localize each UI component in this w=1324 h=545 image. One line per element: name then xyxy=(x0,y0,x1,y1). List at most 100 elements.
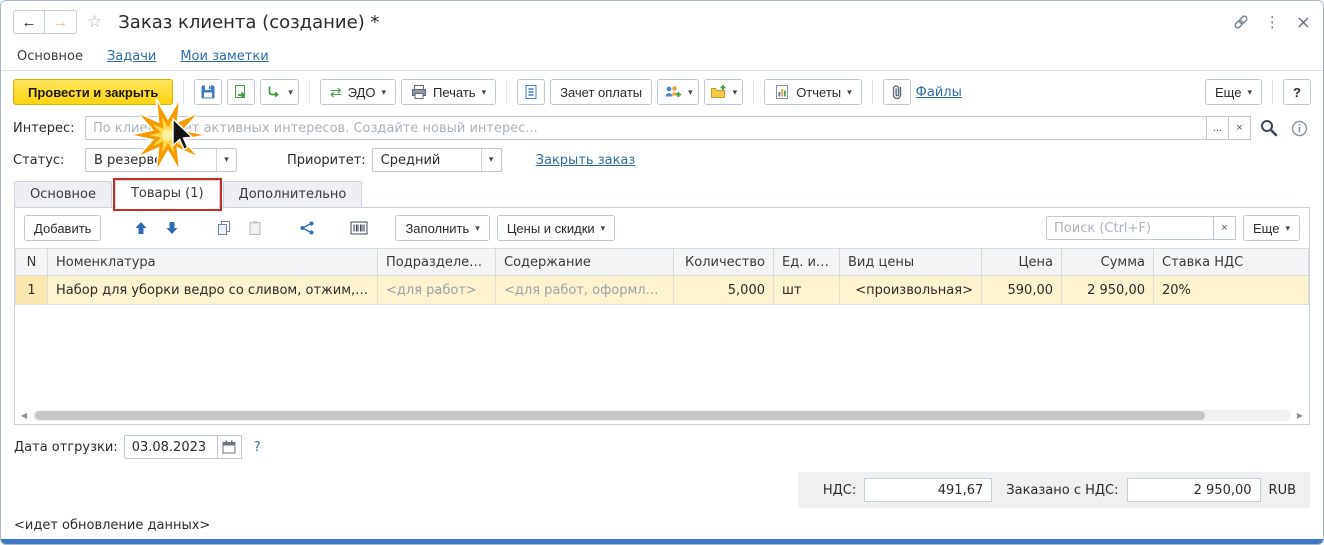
barcode-scanner-icon[interactable] xyxy=(347,216,371,240)
nav-item-main[interactable]: Основное xyxy=(17,49,83,64)
cell-unit[interactable]: шт xyxy=(773,275,840,305)
fill-label: Заполнить xyxy=(405,220,470,236)
column-header-amount[interactable]: Сумма xyxy=(1061,248,1154,276)
column-header-n[interactable]: N xyxy=(15,248,48,276)
tab-goods[interactable]: Товары (1) xyxy=(112,178,222,211)
add-row-button[interactable]: Добавить xyxy=(24,215,102,241)
interest-clear-button[interactable]: × xyxy=(1229,116,1251,140)
cell-amount[interactable]: 2 950,00 xyxy=(1061,275,1154,305)
shipment-help-link[interactable]: ? xyxy=(254,440,261,455)
create-attached-button[interactable]: ▾ xyxy=(703,79,744,105)
shipment-date-row: Дата отгрузки: ? xyxy=(14,434,1310,460)
interest-ellipsis-button[interactable]: ... xyxy=(1207,116,1229,140)
column-header-nomenclature[interactable]: Номенклатура xyxy=(47,248,378,276)
move-down-icon[interactable] xyxy=(160,216,184,240)
table-more-button[interactable]: Еще ▾ xyxy=(1243,215,1300,241)
attachments-button[interactable] xyxy=(882,79,911,105)
close-order-link[interactable]: Закрыть заказ xyxy=(536,153,636,168)
files-link[interactable]: Файлы xyxy=(916,85,962,100)
payment-offset-button[interactable]: Зачет оплаты xyxy=(550,79,653,105)
edo-icon: ⇄ xyxy=(329,83,342,100)
chevron-down-icon: ▾ xyxy=(847,86,852,97)
users-icon xyxy=(663,84,682,100)
kebab-menu-icon[interactable]: ⋮ xyxy=(1265,13,1280,31)
cell-vat[interactable]: 20% xyxy=(1153,275,1309,305)
cell-nomenclature[interactable]: Набор для уборки ведро со сливом, отжим,… xyxy=(47,275,378,305)
totals-band: НДС: 491,67 Заказано с НДС: 2 950,00 RUB xyxy=(14,472,1310,508)
interest-input[interactable] xyxy=(85,116,1207,140)
tab-additional[interactable]: Дополнительно xyxy=(222,181,363,207)
nav-item-notes[interactable]: Мои заметки xyxy=(180,49,268,64)
total-label: Заказано с НДС: xyxy=(1006,482,1119,498)
print-button[interactable]: Печать ▾ xyxy=(400,79,497,105)
chevron-down-icon: ▾ xyxy=(688,86,693,97)
table-search-input[interactable] xyxy=(1046,216,1215,240)
favorite-star-icon[interactable]: ☆ xyxy=(87,12,102,32)
table-row[interactable]: 1 Набор для уборки ведро со сливом, отжи… xyxy=(15,275,1309,305)
back-button[interactable]: ← xyxy=(13,10,45,34)
nav-item-tasks[interactable]: Задачи xyxy=(107,49,156,64)
cell-n[interactable]: 1 xyxy=(15,275,48,305)
toolbar-separator xyxy=(753,80,755,104)
link-icon[interactable] xyxy=(1233,14,1249,30)
column-header-price-type[interactable]: Вид цены xyxy=(839,248,982,276)
calendar-button[interactable] xyxy=(217,435,242,459)
tab-goods-label: Товары (1) xyxy=(130,186,204,201)
search-icon[interactable] xyxy=(1257,116,1281,140)
goods-table: N Номенклатура Подразделени… Содержание … xyxy=(15,248,1309,305)
post-document-button[interactable] xyxy=(227,79,256,105)
cell-price-type[interactable]: <произвольная> xyxy=(839,275,982,305)
currency-label: RUB xyxy=(1268,482,1296,498)
paste-icon[interactable] xyxy=(243,216,267,240)
goods-panel: Добавить Заполнить ▾ Цены и скидки ▾ Пои… xyxy=(14,207,1310,425)
toolbar-separator xyxy=(871,80,873,104)
search-clear-button[interactable]: × xyxy=(1214,216,1237,240)
titlebar-actions: ⋮ × xyxy=(1233,12,1311,33)
scroll-right-icon[interactable]: ▶ xyxy=(1293,411,1307,420)
column-header-department[interactable]: Подразделени… xyxy=(377,248,496,276)
share-icon[interactable] xyxy=(295,216,319,240)
paperclip-icon xyxy=(889,84,905,100)
shipment-date-input[interactable] xyxy=(123,435,218,459)
cell-price[interactable]: 590,00 xyxy=(981,275,1062,305)
save-button[interactable] xyxy=(194,79,223,105)
horizontal-scrollbar[interactable]: ◀ ▶ xyxy=(17,408,1307,423)
table-toolbar: Добавить Заполнить ▾ Цены и скидки ▾ Пои… xyxy=(15,208,1309,248)
info-icon[interactable] xyxy=(1287,116,1311,140)
tab-main[interactable]: Основное xyxy=(14,181,112,207)
column-header-price[interactable]: Цена xyxy=(981,248,1062,276)
help-button[interactable]: ? xyxy=(1283,79,1311,105)
scrollbar-track[interactable] xyxy=(33,410,1291,421)
chevron-down-icon: ▾ xyxy=(224,154,229,165)
page-title: Заказ клиента (создание) * xyxy=(118,11,380,33)
document-register-button[interactable] xyxy=(517,79,546,105)
status-value: В резерве xyxy=(94,152,163,168)
priority-label: Приоритет: xyxy=(287,152,366,168)
forward-button[interactable]: → xyxy=(45,10,77,34)
cell-department[interactable]: <для работ> xyxy=(377,275,496,305)
cell-quantity[interactable]: 5,000 xyxy=(673,275,774,305)
priority-select[interactable]: Средний ▾ xyxy=(371,148,502,172)
column-header-quantity[interactable]: Количество xyxy=(673,248,774,276)
post-and-close-button[interactable]: Провести и закрыть xyxy=(13,79,174,105)
edo-button[interactable]: ⇄ ЭДО ▾ xyxy=(319,79,396,105)
move-up-icon[interactable] xyxy=(129,216,153,240)
status-select[interactable]: В резерве ▾ xyxy=(85,148,237,172)
table-search: × xyxy=(1046,216,1237,240)
users-button[interactable]: ▾ xyxy=(657,79,699,105)
window-bottom-strip xyxy=(1,539,1323,544)
close-icon[interactable]: × xyxy=(1296,12,1311,33)
prices-discounts-button[interactable]: Цены и скидки ▾ xyxy=(496,215,616,241)
more-button[interactable]: Еще ▾ xyxy=(1205,79,1262,105)
column-header-unit[interactable]: Ед. изм. xyxy=(773,248,840,276)
column-header-vat[interactable]: Ставка НДС xyxy=(1153,248,1309,276)
create-based-on-button[interactable]: ▾ xyxy=(260,79,299,105)
create-based-on-icon xyxy=(266,84,282,100)
reports-button[interactable]: Отчеты ▾ xyxy=(764,79,862,105)
copy-icon[interactable] xyxy=(212,216,236,240)
fill-button[interactable]: Заполнить ▾ xyxy=(395,215,490,241)
scroll-left-icon[interactable]: ◀ xyxy=(17,411,31,420)
scrollbar-thumb[interactable] xyxy=(35,411,1205,420)
cell-content[interactable]: <для работ, оформляем… xyxy=(495,275,674,305)
column-header-content[interactable]: Содержание xyxy=(495,248,674,276)
